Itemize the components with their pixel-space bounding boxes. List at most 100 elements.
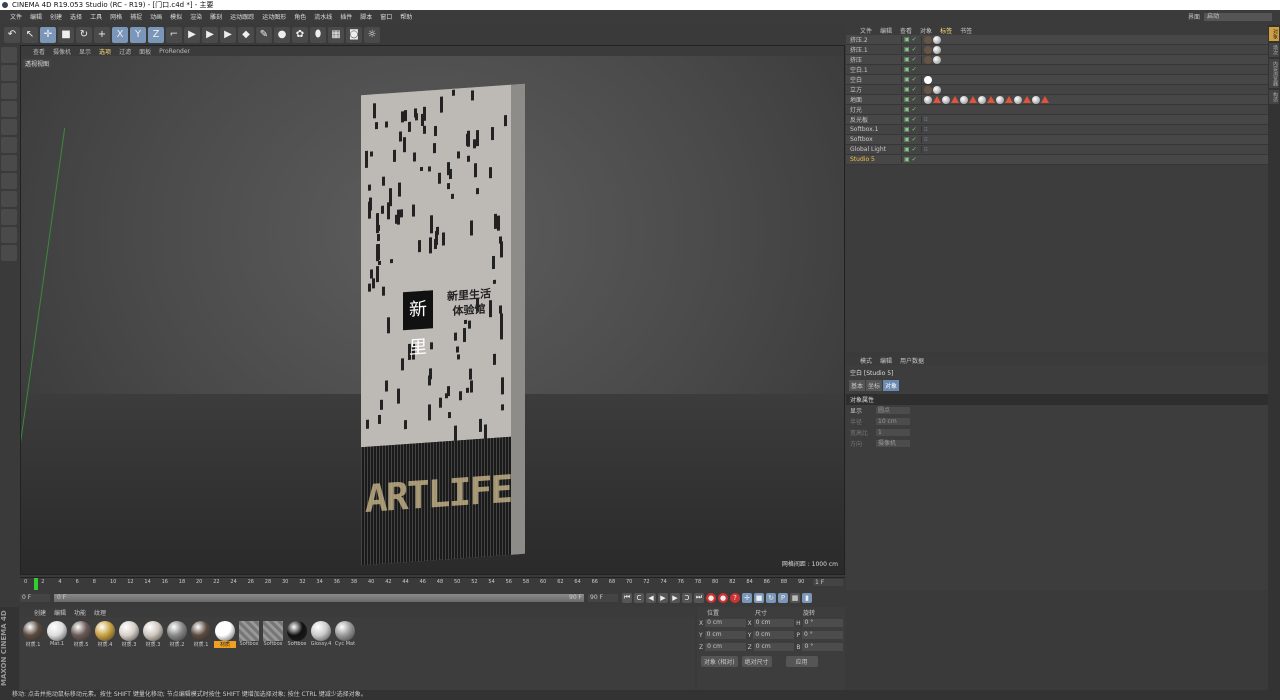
object-row[interactable]: 挤压.1 ▣ ✓ bbox=[846, 45, 1268, 55]
size-field[interactable]: 0 cm bbox=[753, 619, 795, 627]
object-row[interactable]: Softbox ▣ ✓ ⁝⁝ bbox=[846, 135, 1268, 145]
material-swatch[interactable]: Cyc Mat bbox=[334, 621, 356, 648]
render-picture-viewer-icon[interactable]: ▶ bbox=[202, 26, 218, 43]
viewport-menu-item-2[interactable]: 显示 bbox=[79, 47, 91, 56]
pos-field[interactable]: 0 cm bbox=[704, 631, 746, 639]
attribute-field[interactable]: 10 cm bbox=[876, 418, 910, 425]
texture-mode-icon[interactable] bbox=[1, 83, 17, 99]
material-tag-icon[interactable] bbox=[942, 95, 950, 104]
magnet-icon[interactable] bbox=[1, 227, 17, 243]
frame-range-slider[interactable]: 0 F 90 F bbox=[54, 593, 584, 602]
material-tag-icon[interactable] bbox=[924, 35, 932, 44]
sign-model[interactable]: 新里 新里生活 体验馆 ARTLIFE bbox=[361, 83, 525, 566]
coordinate-mode-dropdown[interactable]: 对象 (相对) bbox=[701, 656, 738, 667]
object-row[interactable]: 空白.1 ▣ ✓ bbox=[846, 65, 1268, 75]
menu-item-2[interactable]: 创建 bbox=[50, 12, 62, 21]
attribute-field[interactable]: 1 bbox=[876, 429, 910, 436]
menu-item-10[interactable]: 雕刻 bbox=[210, 12, 222, 21]
visibility-flags[interactable]: ▣ ✓ bbox=[901, 36, 921, 43]
object-row[interactable]: Softbox.1 ▣ ✓ ⁝⁝ bbox=[846, 125, 1268, 135]
apply-button[interactable]: 应用 bbox=[785, 656, 818, 667]
y-axis-icon[interactable]: Y bbox=[130, 26, 146, 43]
visibility-flags[interactable]: ▣ ✓ bbox=[901, 116, 921, 123]
object-name[interactable]: Global Light bbox=[846, 146, 901, 153]
record-icon[interactable]: ● bbox=[706, 592, 716, 603]
object-name[interactable]: 挤压 bbox=[846, 55, 901, 64]
target-tag-icon[interactable]: ⁝⁝ bbox=[924, 146, 928, 153]
warning-tag-icon[interactable] bbox=[1005, 96, 1013, 103]
rot-field[interactable]: 0 ° bbox=[802, 643, 844, 651]
object-row[interactable]: 立方 ▣ ✓ bbox=[846, 85, 1268, 95]
array-icon[interactable]: ✿ bbox=[292, 26, 308, 43]
material-tag-icon[interactable] bbox=[978, 95, 986, 104]
warning-tag-icon[interactable] bbox=[1041, 96, 1049, 103]
camera-icon[interactable]: ◙ bbox=[346, 26, 362, 43]
pla-key-icon[interactable]: ▦ bbox=[790, 592, 800, 603]
menu-item-5[interactable]: 网格 bbox=[110, 12, 122, 21]
axis-mode-icon[interactable] bbox=[1, 173, 17, 189]
render-view-icon[interactable]: ▶ bbox=[184, 26, 200, 43]
object-menu-item-4[interactable]: 标签 bbox=[940, 26, 952, 35]
object-name[interactable]: 挤压.2 bbox=[846, 35, 901, 44]
material-swatch[interactable]: 材质.3 bbox=[118, 621, 140, 648]
workplane-icon[interactable] bbox=[1, 101, 17, 117]
menu-item-9[interactable]: 渲染 bbox=[190, 12, 202, 21]
material-menu-item-2[interactable]: 功能 bbox=[74, 608, 86, 617]
points-mode-icon[interactable] bbox=[1, 119, 17, 135]
rotate-icon[interactable]: ↻ bbox=[76, 26, 92, 43]
side-tab-3[interactable]: 构造 bbox=[1269, 90, 1279, 104]
attribute-menu-item-2[interactable]: 用户数据 bbox=[900, 356, 924, 365]
object-row[interactable]: Global Light ▣ ✓ ⁝⁝ bbox=[846, 145, 1268, 155]
warning-tag-icon[interactable] bbox=[933, 96, 941, 103]
visibility-flags[interactable]: ▣ ✓ bbox=[901, 136, 921, 143]
object-name[interactable]: 挤压.1 bbox=[846, 45, 901, 54]
attribute-menu-item-0[interactable]: 模式 bbox=[860, 356, 872, 365]
next-key-icon[interactable]: Ↄ bbox=[682, 592, 692, 603]
viewport-menu-item-4[interactable]: 过滤 bbox=[119, 47, 131, 56]
object-name[interactable]: Softbox.1 bbox=[846, 126, 901, 133]
menu-item-15[interactable]: 插件 bbox=[340, 12, 352, 21]
menu-item-4[interactable]: 工具 bbox=[90, 12, 102, 21]
menu-item-14[interactable]: 流水线 bbox=[314, 12, 332, 21]
material-swatch[interactable]: 材质 bbox=[214, 621, 236, 648]
material-tag-icon[interactable] bbox=[924, 85, 932, 94]
layout-dropdown[interactable]: 启动 bbox=[1204, 12, 1272, 21]
object-menu-item-3[interactable]: 对象 bbox=[920, 26, 932, 35]
object-row[interactable]: 挤压 ▣ ✓ bbox=[846, 55, 1268, 65]
menu-item-3[interactable]: 选择 bbox=[70, 12, 82, 21]
material-tag-icon[interactable] bbox=[924, 55, 932, 64]
viewport-menu-item-3[interactable]: 选项 bbox=[99, 47, 111, 56]
side-tab-2[interactable]: 内容浏览器 bbox=[1269, 59, 1279, 88]
menu-item-12[interactable]: 运动图形 bbox=[262, 12, 286, 21]
visibility-flags[interactable]: ▣ ✓ bbox=[901, 46, 921, 53]
material-tag-icon[interactable] bbox=[933, 35, 941, 44]
material-tag-icon[interactable] bbox=[996, 95, 1004, 104]
viewport-menu-item-0[interactable]: 查看 bbox=[33, 47, 45, 56]
object-menu-item-1[interactable]: 编辑 bbox=[880, 26, 892, 35]
playhead[interactable] bbox=[34, 578, 38, 590]
start-frame-field[interactable]: 0 F bbox=[20, 593, 50, 602]
material-tag-icon[interactable] bbox=[933, 45, 941, 54]
material-tag-icon[interactable] bbox=[924, 95, 932, 104]
visibility-flags[interactable]: ▣ ✓ bbox=[901, 126, 921, 133]
timeline-icon[interactable]: ▮ bbox=[802, 592, 812, 603]
menu-item-6[interactable]: 捕捉 bbox=[130, 12, 142, 21]
material-swatch[interactable]: Mat.1 bbox=[46, 621, 68, 648]
object-row[interactable]: Studio 5 ▣ ✓ bbox=[846, 155, 1268, 165]
move-key-icon[interactable]: ✛ bbox=[742, 592, 752, 603]
material-tag-icon[interactable] bbox=[960, 95, 968, 104]
scale-key-icon[interactable]: ■ bbox=[754, 592, 764, 603]
keyframe-selection-icon[interactable]: ? bbox=[730, 592, 740, 603]
object-name[interactable]: 空白.1 bbox=[846, 65, 901, 74]
material-swatch[interactable]: 材质.2 bbox=[166, 621, 188, 648]
layout-selector[interactable]: 界面 启动 bbox=[1188, 12, 1272, 21]
viewport-menu-item-5[interactable]: 面板 bbox=[139, 47, 151, 56]
menu-item-0[interactable]: 文件 bbox=[10, 12, 22, 21]
material-swatch[interactable]: 材质.4 bbox=[94, 621, 116, 648]
add-icon[interactable]: + bbox=[94, 26, 110, 43]
play-icon[interactable]: ▶ bbox=[658, 592, 668, 603]
material-tag-icon[interactable] bbox=[1014, 95, 1022, 104]
object-name[interactable]: Softbox bbox=[846, 136, 901, 143]
material-tag-icon[interactable] bbox=[1032, 95, 1040, 104]
polygons-mode-icon[interactable] bbox=[1, 155, 17, 171]
